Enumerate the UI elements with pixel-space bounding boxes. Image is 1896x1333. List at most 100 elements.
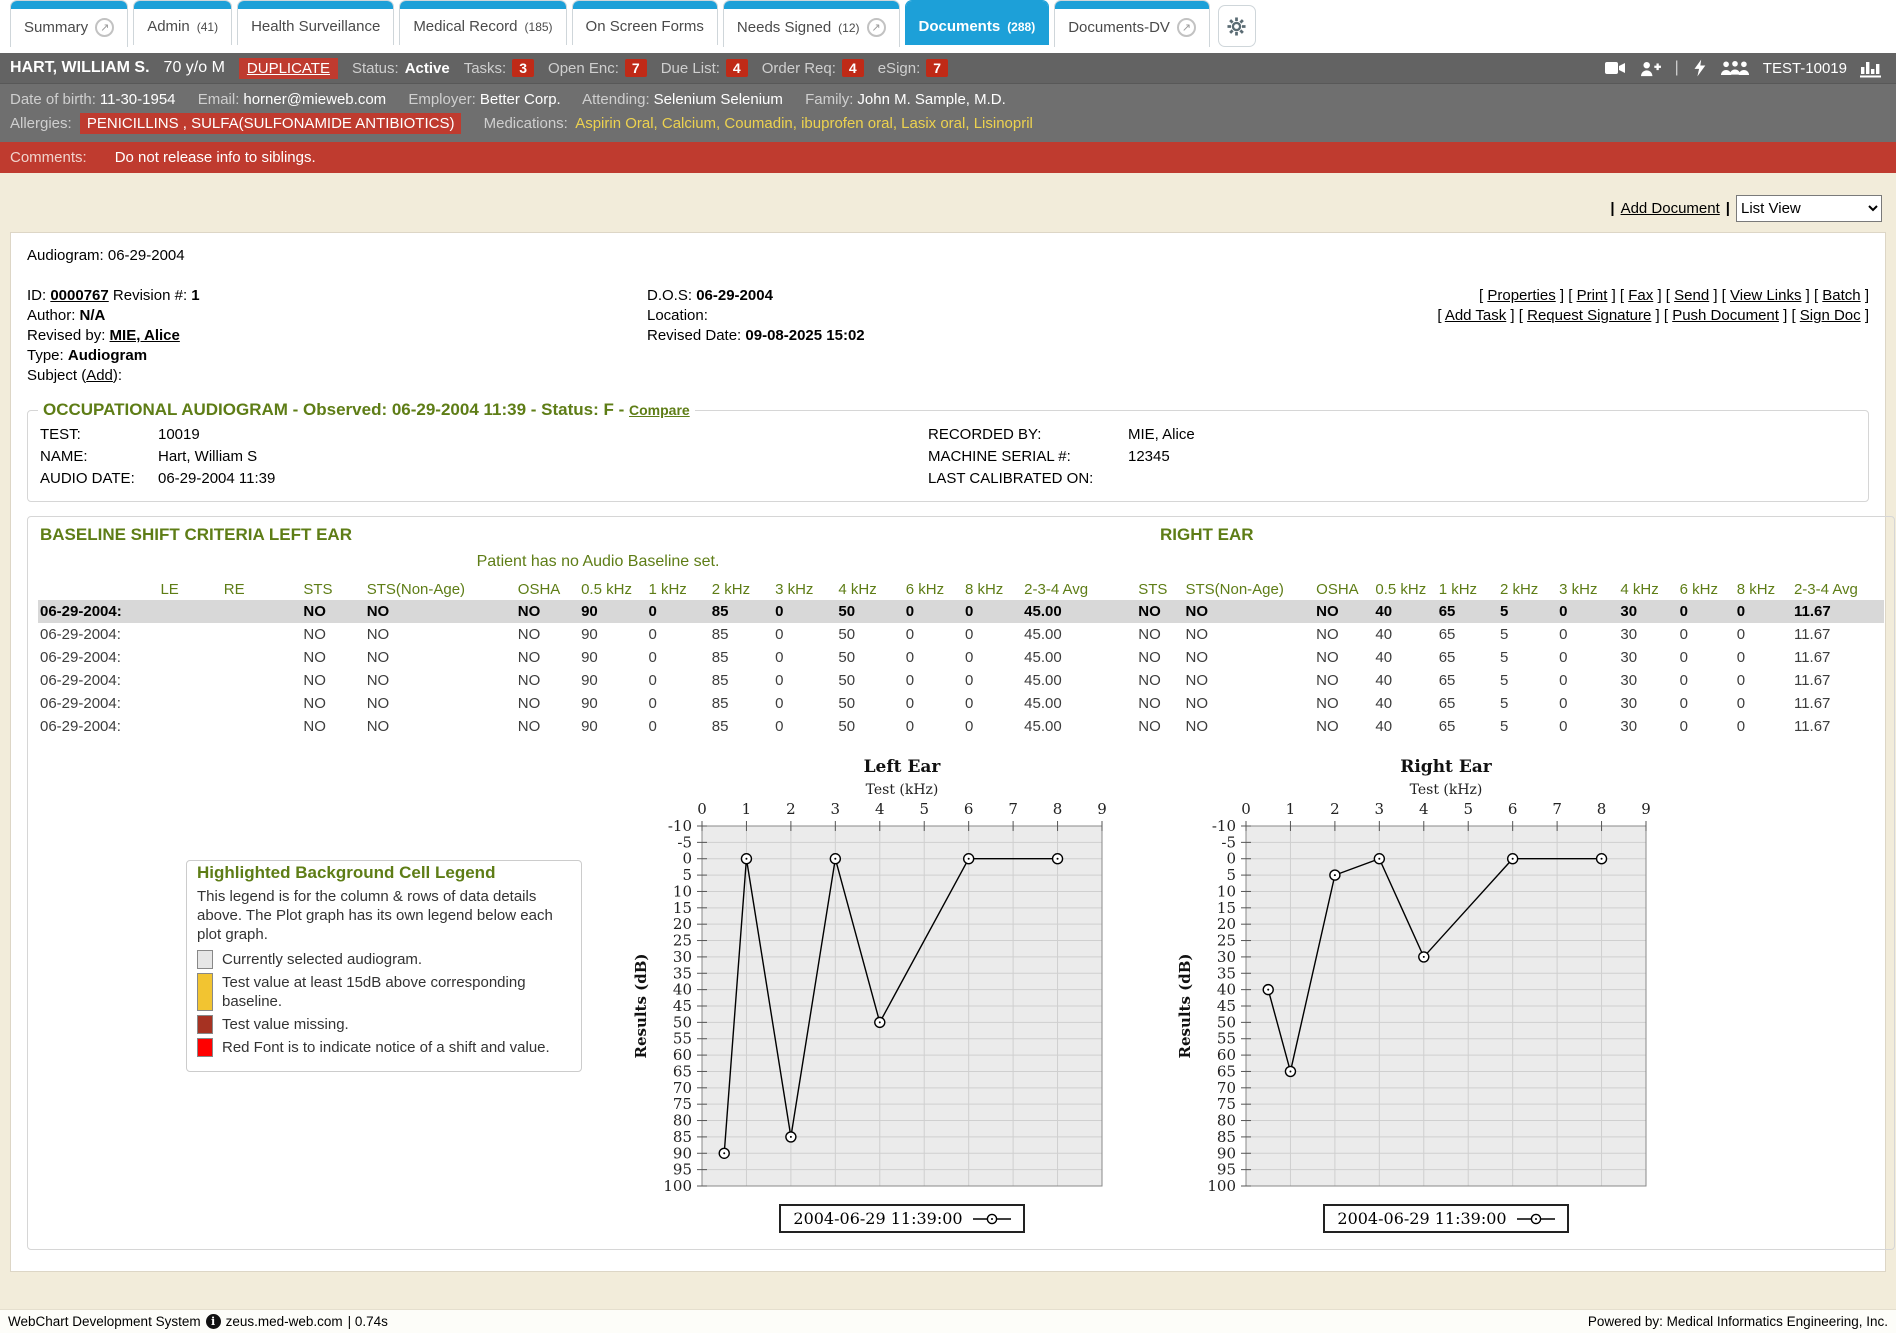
tasks-count-badge[interactable]: 3 [512, 59, 534, 77]
due-list-count-badge[interactable]: 4 [726, 59, 748, 77]
external-link-icon[interactable]: ↗ [867, 18, 886, 37]
column-header: 6 kHz [904, 579, 963, 600]
tab-needs-signed[interactable]: Needs Signed (12) ↗ [723, 0, 900, 47]
open-enc-count-badge[interactable]: 7 [625, 59, 647, 77]
tab-label: Summary [24, 19, 88, 36]
column-header: OSHA [516, 579, 579, 600]
footer-bar: WebChart Development System i zeus.med-w… [0, 1309, 1896, 1333]
patient-details-row-1: Date of birth:11-30-1954 Email:horner@mi… [10, 88, 1886, 112]
svg-text:85: 85 [673, 1128, 692, 1146]
tab-label: Documents [919, 18, 1001, 35]
recorded-by-value: MIE, Alice [1128, 426, 1858, 443]
column-header: RE [222, 579, 302, 600]
audiogram-table-row[interactable]: 06-29-2004:NONONO900850500045.00NONONO40… [38, 692, 1884, 715]
svg-text:1: 1 [742, 800, 752, 818]
tab-admin[interactable]: Admin (41) [133, 0, 232, 45]
last-calibrated-value [1128, 470, 1858, 487]
tab-count: (288) [1007, 20, 1035, 34]
sign-doc-link[interactable]: Sign Doc [1800, 307, 1861, 324]
audiogram-table-row[interactable]: 06-29-2004:NONONO900850500045.00NONONO40… [38, 715, 1884, 738]
comments-bar: Comments: Do not release info to sibling… [0, 142, 1896, 173]
type-value: Audiogram [68, 347, 147, 364]
svg-text:2: 2 [1330, 800, 1340, 818]
employer-value: Better Corp. [480, 91, 561, 108]
audiogram-table-row[interactable]: 06-29-2004:NONONO900850500045.00NONONO40… [38, 669, 1884, 692]
author-value: N/A [80, 307, 106, 324]
request-signature-link[interactable]: Request Signature [1527, 307, 1651, 324]
chart-icon[interactable] [1860, 58, 1882, 78]
column-header: STS [301, 579, 364, 600]
tab-medical-record[interactable]: Medical Record (185) [399, 0, 566, 45]
duplicate-flag[interactable]: DUPLICATE [239, 58, 338, 79]
audiogram-table-row[interactable]: 06-29-2004:NONONO900850500045.00NONONO40… [38, 646, 1884, 669]
svg-text:Test (kHz): Test (kHz) [1410, 782, 1483, 798]
settings-gear-button[interactable] [1218, 5, 1256, 47]
external-link-icon[interactable]: ↗ [95, 18, 114, 37]
audiogram-table: LERESTSSTS(Non-Age)OSHA0.5 kHz1 kHz2 kHz… [38, 579, 1884, 738]
svg-text:-10: -10 [1212, 817, 1236, 835]
send-link[interactable]: Send [1674, 287, 1709, 304]
info-icon[interactable]: i [206, 1314, 221, 1329]
svg-text:25: 25 [673, 932, 692, 950]
column-header: STS(Non-Age) [365, 579, 516, 600]
fax-link[interactable]: Fax [1628, 287, 1653, 304]
print-link[interactable]: Print [1577, 287, 1608, 304]
tab-label: Medical Record [413, 18, 517, 35]
svg-text:45: 45 [1217, 997, 1236, 1015]
document-actions-row-2: [ Add Task ] [ Request Signature ] [ Pus… [1207, 306, 1869, 326]
compare-link[interactable]: Compare [629, 402, 690, 418]
patient-group-icon[interactable] [1720, 59, 1750, 77]
above-baseline-swatch [197, 973, 213, 1011]
svg-text:2: 2 [786, 800, 796, 818]
view-select[interactable]: List View [1736, 195, 1882, 222]
medications-value: Aspirin Oral, Calcium, Coumadin, ibuprof… [575, 115, 1033, 132]
document-id-link[interactable]: 0000767 [50, 287, 108, 304]
order-req-count-badge[interactable]: 4 [842, 59, 864, 77]
esign-count-badge[interactable]: 7 [926, 59, 948, 77]
tab-health-surveillance[interactable]: Health Surveillance [237, 0, 394, 45]
tab-documents-dv[interactable]: Documents-DV ↗ [1054, 0, 1210, 47]
external-link-icon[interactable]: ↗ [1177, 18, 1196, 37]
patient-name: HART, WILLIAM S. [10, 59, 150, 77]
charts-row: Highlighted Background Cell Legend This … [38, 752, 1884, 1233]
add-user-icon[interactable] [1639, 59, 1662, 78]
audiogram-table-row[interactable]: 06-29-2004:NONONO900850500045.00NONONO40… [38, 623, 1884, 646]
tab-on-screen-forms[interactable]: On Screen Forms [572, 0, 718, 45]
batch-link[interactable]: Batch [1822, 287, 1860, 304]
column-header: STS(Non-Age) [1183, 579, 1314, 600]
left-ear-chart-legend: 2004-06-29 11:39:00 [779, 1204, 1024, 1233]
tab-bar: Summary ↗ Admin (41) Health Surveillance… [0, 0, 1896, 53]
svg-text:10: 10 [1217, 882, 1236, 900]
column-header: 1 kHz [1437, 579, 1498, 600]
footer-load-time: | 0.74s [348, 1314, 388, 1329]
audiogram-table-row[interactable]: 06-29-2004:NONONO900850500045.00NONONO40… [38, 600, 1884, 623]
add-task-link[interactable]: Add Task [1445, 307, 1506, 324]
push-document-link[interactable]: Push Document [1672, 307, 1779, 324]
view-links-link[interactable]: View Links [1730, 287, 1801, 304]
audiogram-test-info: TEST:10019 RECORDED BY:MIE, Alice NAME:H… [38, 424, 1858, 491]
video-camera-icon[interactable] [1604, 59, 1626, 77]
revised-by-link[interactable]: MIE, Alice [110, 327, 180, 344]
svg-text:1: 1 [1286, 800, 1296, 818]
document-actions: [ Properties ] [ Print ] [ Fax ] [ Send … [1207, 286, 1869, 386]
svg-text:15: 15 [673, 899, 692, 917]
baseline-right-ear-title: RIGHT EAR [1160, 525, 1254, 545]
svg-text:7: 7 [1008, 800, 1018, 818]
column-header: OSHA [1314, 579, 1373, 600]
tab-documents[interactable]: Documents (288) [905, 0, 1050, 45]
properties-link[interactable]: Properties [1487, 287, 1555, 304]
svg-text:75: 75 [673, 1095, 692, 1113]
allergies-value[interactable]: PENICILLINS , SULFA(SULFONAMIDE ANTIBIOT… [80, 113, 462, 134]
main-content: | Add Document | List View Audiogram: 06… [0, 173, 1896, 1309]
attending-value: Selenium Selenium [654, 91, 783, 108]
column-header: 8 kHz [963, 579, 1022, 600]
svg-text:30: 30 [1217, 948, 1236, 966]
tab-summary[interactable]: Summary ↗ [10, 0, 128, 47]
revision-value: 1 [191, 287, 199, 304]
stat-tasks: Tasks: 3 [464, 59, 534, 77]
add-document-link[interactable]: Add Document [1621, 200, 1720, 217]
column-header: STS [1124, 579, 1183, 600]
lightning-icon[interactable] [1692, 58, 1707, 78]
subject-add-link[interactable]: Add [86, 367, 113, 384]
right-ear-chart-block: Right EarTest (kHz)0123456789-10-5051015… [1174, 752, 1670, 1233]
